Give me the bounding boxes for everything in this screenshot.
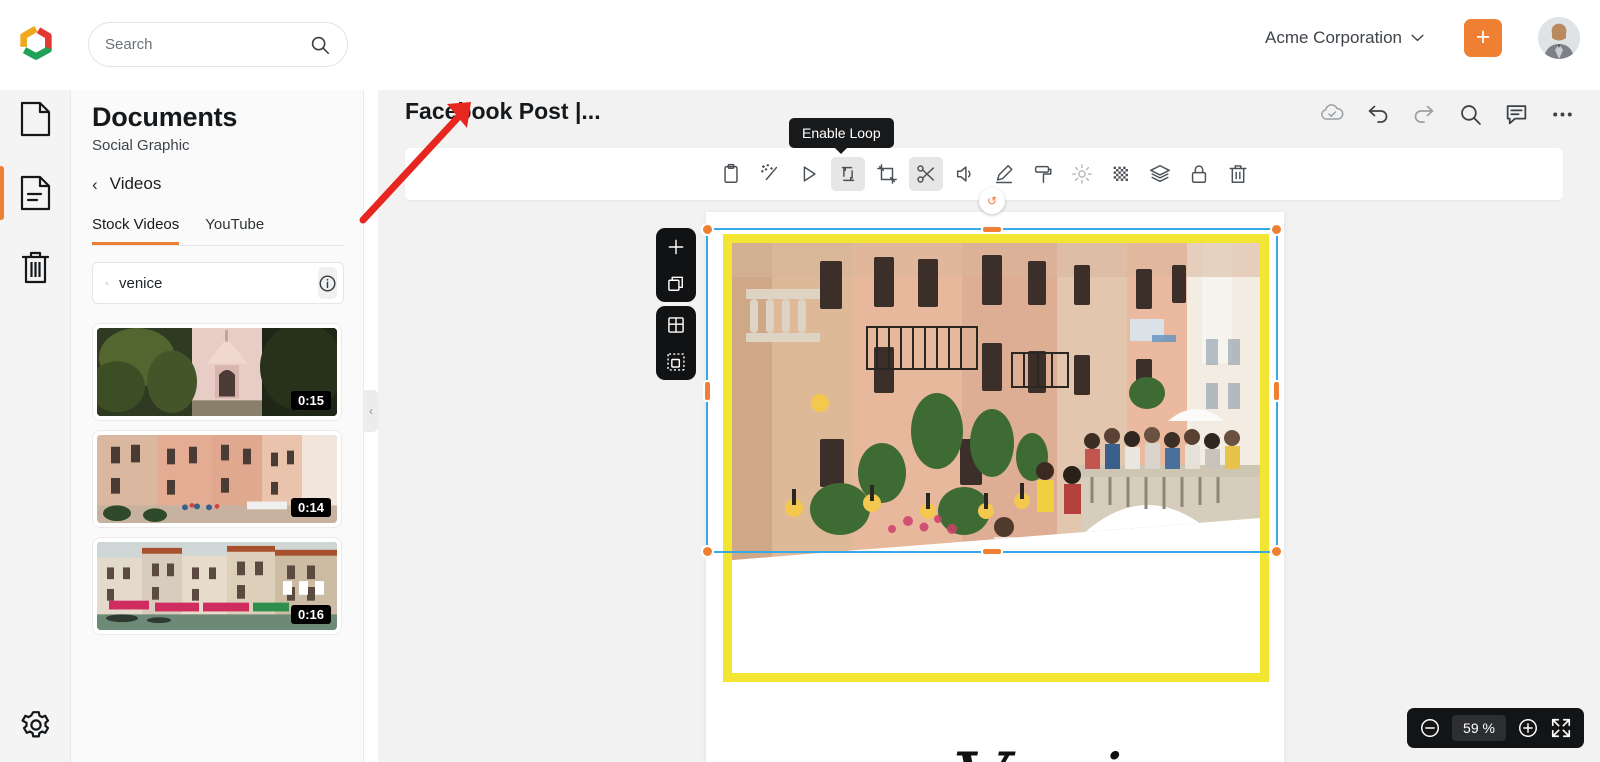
- trash-icon[interactable]: [1221, 157, 1255, 191]
- volume-icon[interactable]: [948, 157, 982, 191]
- organization-selector[interactable]: Acme Corporation: [1265, 28, 1424, 48]
- zoom-out-icon[interactable]: [1419, 717, 1441, 739]
- document-lines-icon: [20, 175, 51, 211]
- chevron-down-icon[interactable]: [1411, 34, 1424, 42]
- redo-icon[interactable]: [1410, 100, 1438, 128]
- sidebar-item-trash[interactable]: [0, 230, 71, 304]
- magic-wand-icon[interactable]: [753, 157, 787, 191]
- resize-handle-right[interactable]: [1272, 379, 1281, 402]
- element-selection-box[interactable]: ↺: [701, 188, 1283, 558]
- comment-icon[interactable]: [1502, 100, 1530, 128]
- caption-venice: Venice: [953, 737, 1213, 762]
- layers-icon[interactable]: [1143, 157, 1177, 191]
- trash-icon: [21, 251, 50, 284]
- top-bar: Acme Corporation +: [0, 0, 1600, 90]
- list-item[interactable]: 0:14: [92, 430, 342, 528]
- info-circle-icon: [319, 275, 336, 291]
- panel-subtitle: Social Graphic: [92, 137, 190, 154]
- page-actions-stack: [656, 228, 696, 302]
- list-item[interactable]: 0:15: [92, 323, 342, 421]
- select-area-icon[interactable]: [656, 343, 696, 380]
- resize-handle-left[interactable]: [703, 379, 712, 402]
- search-input[interactable]: [105, 36, 309, 53]
- create-new-button[interactable]: +: [1464, 19, 1502, 57]
- fullscreen-icon[interactable]: [1550, 717, 1572, 739]
- resize-handle-top-right[interactable]: [1270, 223, 1283, 236]
- video-duration: 0:15: [290, 391, 331, 410]
- chevron-left-icon[interactable]: ‹: [92, 176, 98, 193]
- brightness-icon[interactable]: [1065, 157, 1099, 191]
- canvas-caption[interactable]: AWESOME Venice: [706, 737, 1284, 762]
- highlighter-icon[interactable]: [987, 157, 1021, 191]
- add-page-icon[interactable]: [656, 228, 696, 265]
- video-search-input[interactable]: [119, 274, 318, 292]
- layout-actions-stack: [656, 306, 696, 380]
- search-icon[interactable]: [309, 34, 331, 56]
- avatar-icon: [1538, 17, 1580, 59]
- sidebar-item-templates[interactable]: [0, 82, 71, 156]
- tooltip-enable-loop: Enable Loop: [789, 118, 894, 154]
- resize-handle-bottom-left[interactable]: [701, 545, 714, 558]
- zoom-level-value[interactable]: 59 %: [1452, 715, 1506, 741]
- editor-right-tools: [1318, 100, 1576, 128]
- zoom-in-icon[interactable]: [1517, 717, 1539, 739]
- resize-handle-top[interactable]: [981, 225, 1003, 234]
- organization-name: Acme Corporation: [1264, 28, 1402, 47]
- video-thumbnail[interactable]: 0:15: [97, 328, 337, 416]
- video-thumbnail[interactable]: 0:16: [97, 542, 337, 630]
- gear-icon: [21, 711, 49, 738]
- tab-stock-videos[interactable]: Stock Videos: [92, 210, 180, 245]
- sidebar-item-settings[interactable]: [0, 696, 71, 754]
- zoom-unit: %: [1482, 720, 1495, 736]
- scissors-icon[interactable]: [908, 157, 943, 191]
- tab-youtube[interactable]: YouTube: [205, 210, 264, 245]
- user-avatar[interactable]: [1538, 17, 1580, 59]
- sidebar-item-documents[interactable]: [0, 156, 71, 230]
- back-to-videos[interactable]: ‹ Videos: [92, 174, 363, 194]
- panel-collapse-handle[interactable]: ‹: [364, 390, 378, 432]
- media-source-tabs: Stock Videos YouTube: [92, 210, 344, 246]
- lock-icon[interactable]: [1182, 157, 1216, 191]
- resize-handle-bottom-right[interactable]: [1270, 545, 1283, 558]
- undo-icon[interactable]: [1364, 100, 1392, 128]
- crop-icon[interactable]: [870, 157, 904, 191]
- paint-roller-icon[interactable]: [1026, 157, 1060, 191]
- resize-handle-top-left[interactable]: [701, 223, 714, 236]
- video-duration: 0:16: [290, 605, 331, 624]
- search-icon[interactable]: [1456, 100, 1484, 128]
- app-logo-icon: [20, 26, 52, 60]
- left-rail: [0, 82, 71, 762]
- zoom-number: 59: [1463, 720, 1479, 736]
- document-blank-icon: [20, 101, 51, 137]
- video-thumbnail[interactable]: 0:14: [97, 435, 337, 523]
- resize-handle-bottom[interactable]: [981, 547, 1003, 556]
- editor-area: Facebook Post |... Enable Loop ↺ 59 %: [378, 82, 1600, 762]
- video-search[interactable]: [92, 262, 344, 304]
- play-icon[interactable]: [792, 157, 826, 191]
- list-item[interactable]: 0:16: [92, 537, 342, 635]
- checkerboard: [1113, 166, 1128, 181]
- duplicate-page-icon[interactable]: [656, 265, 696, 302]
- global-search[interactable]: [88, 22, 348, 67]
- plus-icon: +: [1475, 22, 1491, 51]
- video-results-list: 0:15 0:14 0:16: [71, 314, 364, 762]
- logo-container[interactable]: [0, 0, 72, 90]
- cloud-saved-icon[interactable]: [1318, 100, 1346, 128]
- rotate-handle[interactable]: ↺: [979, 188, 1005, 214]
- grid-layout-icon[interactable]: [656, 306, 696, 343]
- info-icon[interactable]: [318, 267, 337, 299]
- search-icon: [105, 281, 109, 285]
- zoom-control: 59 %: [1407, 708, 1584, 748]
- back-label: Videos: [109, 174, 162, 193]
- video-duration: 0:14: [290, 498, 331, 517]
- more-options-icon[interactable]: [1548, 100, 1576, 128]
- app-root: Acme Corporation +: [0, 0, 1600, 762]
- document-title[interactable]: Facebook Post |...: [405, 98, 601, 125]
- panel-title: Documents: [92, 102, 238, 132]
- loop-icon[interactable]: [830, 157, 865, 191]
- documents-panel: Documents Social Graphic ‹ Videos Stock …: [71, 82, 364, 762]
- transparency-icon[interactable]: [1104, 157, 1138, 191]
- clipboard-icon[interactable]: [714, 157, 748, 191]
